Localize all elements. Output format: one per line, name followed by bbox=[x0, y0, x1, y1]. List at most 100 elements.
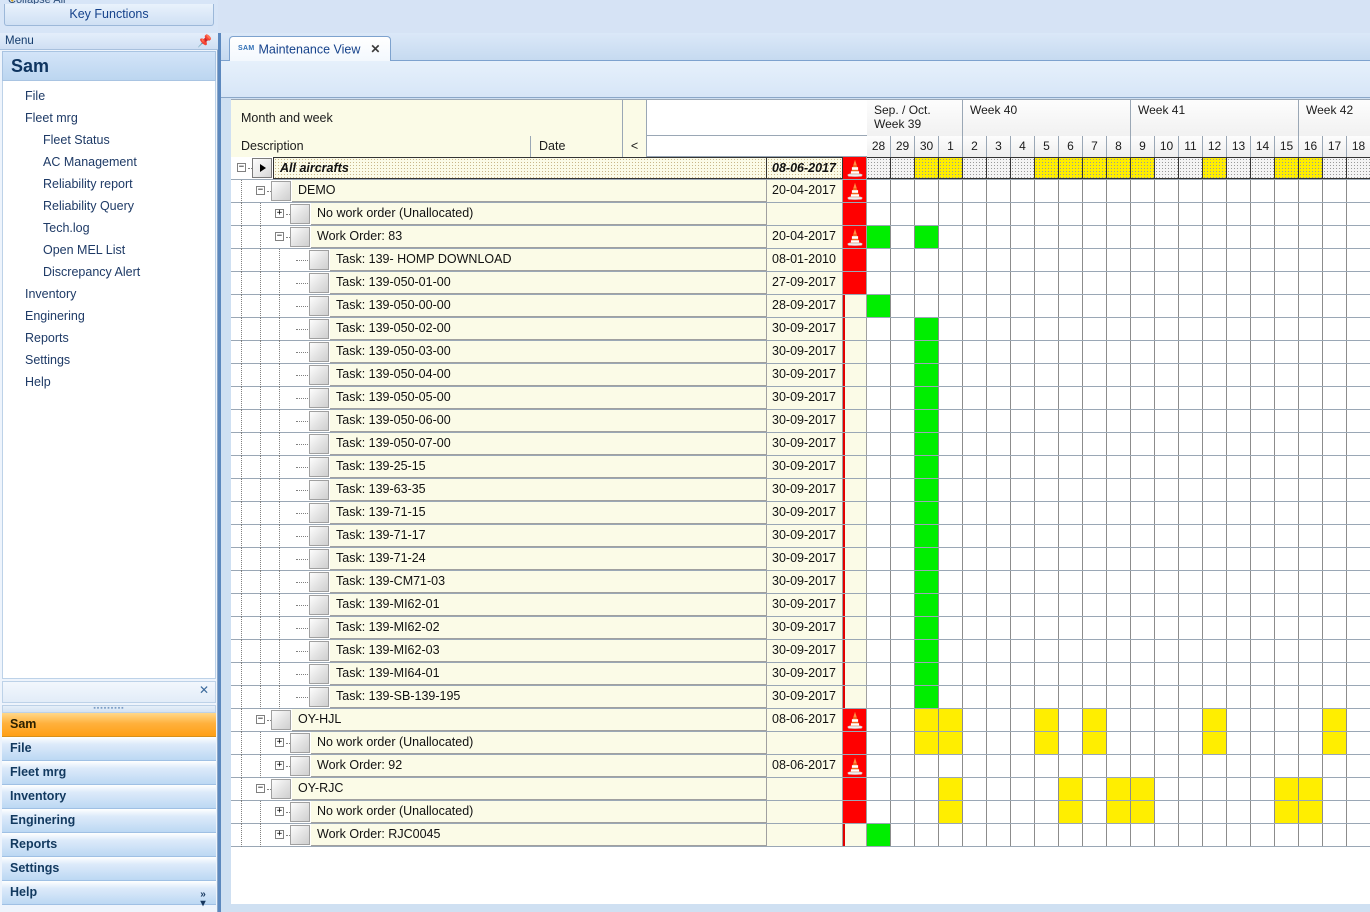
gantt-cell[interactable] bbox=[987, 571, 1011, 593]
gantt-cell[interactable] bbox=[963, 640, 987, 662]
table-row[interactable]: Task: 139-050-04-00 30-09-2017 bbox=[231, 364, 1370, 387]
gantt-cell[interactable] bbox=[867, 226, 891, 248]
gantt-cell[interactable] bbox=[1275, 364, 1299, 386]
gantt-cell[interactable] bbox=[1275, 663, 1299, 685]
gantt-cell[interactable] bbox=[1347, 548, 1370, 570]
gantt-cell[interactable] bbox=[1347, 180, 1370, 202]
gantt-cell[interactable] bbox=[1059, 709, 1083, 731]
gantt-cell[interactable] bbox=[1179, 272, 1203, 294]
gantt-cell[interactable] bbox=[891, 686, 915, 708]
gantt-cell[interactable] bbox=[1083, 617, 1107, 639]
gantt-cell[interactable] bbox=[1203, 824, 1227, 846]
gantt-cell[interactable] bbox=[1227, 456, 1251, 478]
gantt-cell[interactable] bbox=[867, 663, 891, 685]
gantt-cell[interactable] bbox=[1155, 594, 1179, 616]
gantt-cell[interactable] bbox=[891, 249, 915, 271]
gantt-cell[interactable] bbox=[1275, 732, 1299, 754]
gantt-cell[interactable] bbox=[1059, 295, 1083, 317]
gantt-cell[interactable] bbox=[1251, 341, 1275, 363]
gantt-cell[interactable] bbox=[1035, 410, 1059, 432]
collapse-toggle-icon[interactable]: − bbox=[256, 186, 265, 195]
gantt-cell[interactable] bbox=[1083, 824, 1107, 846]
row-selector-arrow[interactable] bbox=[252, 158, 272, 178]
nav-button-inventory[interactable]: Inventory bbox=[2, 785, 216, 809]
gantt-cell[interactable] bbox=[1275, 617, 1299, 639]
gantt-cell[interactable] bbox=[1059, 571, 1083, 593]
table-row[interactable]: Task: 139-MI62-03 30-09-2017 bbox=[231, 640, 1370, 663]
gantt-cell[interactable] bbox=[867, 387, 891, 409]
row-handle[interactable] bbox=[309, 480, 329, 500]
gantt-cell[interactable] bbox=[1347, 571, 1370, 593]
gantt-cell[interactable] bbox=[915, 364, 939, 386]
gantt-cell[interactable] bbox=[1299, 732, 1323, 754]
gantt-cell[interactable] bbox=[963, 180, 987, 202]
gantt-cell[interactable] bbox=[1347, 479, 1370, 501]
gantt-cell[interactable] bbox=[963, 686, 987, 708]
gantt-cell[interactable] bbox=[939, 364, 963, 386]
gantt-cell[interactable] bbox=[1155, 456, 1179, 478]
gantt-cell[interactable] bbox=[1131, 571, 1155, 593]
gantt-cell[interactable] bbox=[1155, 479, 1179, 501]
table-row[interactable]: Task: 139-050-05-00 30-09-2017 bbox=[231, 387, 1370, 410]
gantt-cell[interactable] bbox=[963, 272, 987, 294]
gantt-cell[interactable] bbox=[963, 663, 987, 685]
gantt-cell[interactable] bbox=[963, 801, 987, 823]
gantt-cell[interactable] bbox=[1011, 157, 1035, 179]
gantt-cell[interactable] bbox=[1347, 387, 1370, 409]
gantt-cell[interactable] bbox=[1107, 295, 1131, 317]
gantt-cell[interactable] bbox=[1203, 157, 1227, 179]
gantt-cell[interactable] bbox=[1035, 295, 1059, 317]
gantt-cell[interactable] bbox=[939, 180, 963, 202]
row-handle[interactable] bbox=[290, 204, 310, 224]
gantt-cell[interactable] bbox=[1203, 410, 1227, 432]
gantt-cell[interactable] bbox=[1179, 387, 1203, 409]
gantt-cell[interactable] bbox=[987, 801, 1011, 823]
gantt-cell[interactable] bbox=[1155, 617, 1179, 639]
gantt-cell[interactable] bbox=[1323, 203, 1347, 225]
gantt-cell[interactable] bbox=[1083, 640, 1107, 662]
gantt-cell[interactable] bbox=[987, 732, 1011, 754]
gantt-cell[interactable] bbox=[939, 548, 963, 570]
gantt-cell[interactable] bbox=[987, 341, 1011, 363]
menu-item-file[interactable]: File bbox=[3, 85, 215, 107]
gantt-cell[interactable] bbox=[1227, 341, 1251, 363]
gantt-cell[interactable] bbox=[1107, 640, 1131, 662]
gantt-cell[interactable] bbox=[1227, 686, 1251, 708]
gantt-cell[interactable] bbox=[1227, 433, 1251, 455]
gantt-cell[interactable] bbox=[963, 387, 987, 409]
gantt-cell[interactable] bbox=[1107, 502, 1131, 524]
menu-item-ac-management[interactable]: AC Management bbox=[3, 151, 215, 173]
gantt-cell[interactable] bbox=[1251, 479, 1275, 501]
gantt-cell[interactable] bbox=[1083, 548, 1107, 570]
gantt-cell[interactable] bbox=[1347, 410, 1370, 432]
gantt-cell[interactable] bbox=[1035, 548, 1059, 570]
gantt-cell[interactable] bbox=[915, 548, 939, 570]
table-row[interactable]: − All aircrafts 08-06-2017 bbox=[231, 157, 1370, 180]
gantt-cell[interactable] bbox=[1275, 456, 1299, 478]
table-row[interactable]: Task: 139-MI62-02 30-09-2017 bbox=[231, 617, 1370, 640]
gantt-cell[interactable] bbox=[1011, 479, 1035, 501]
gantt-cell[interactable] bbox=[1227, 548, 1251, 570]
gantt-cell[interactable] bbox=[1179, 341, 1203, 363]
gantt-cell[interactable] bbox=[1227, 709, 1251, 731]
gantt-cell[interactable] bbox=[1035, 801, 1059, 823]
gantt-cell[interactable] bbox=[1107, 318, 1131, 340]
gantt-cell[interactable] bbox=[1083, 226, 1107, 248]
gantt-cell[interactable] bbox=[987, 709, 1011, 731]
gantt-cell[interactable] bbox=[939, 387, 963, 409]
gantt-cell[interactable] bbox=[1107, 709, 1131, 731]
gantt-cell[interactable] bbox=[1203, 778, 1227, 800]
nav-button-reports[interactable]: Reports bbox=[2, 833, 216, 857]
gantt-cell[interactable] bbox=[915, 663, 939, 685]
gantt-cell[interactable] bbox=[915, 778, 939, 800]
gantt-cell[interactable] bbox=[1251, 410, 1275, 432]
gantt-cell[interactable] bbox=[1011, 617, 1035, 639]
gantt-cell[interactable] bbox=[1347, 502, 1370, 524]
header-description[interactable]: Description bbox=[231, 136, 531, 157]
gantt-cell[interactable] bbox=[1299, 594, 1323, 616]
gantt-cell[interactable] bbox=[1203, 341, 1227, 363]
row-handle[interactable] bbox=[309, 641, 329, 661]
gantt-cell[interactable] bbox=[963, 157, 987, 179]
gantt-cell[interactable] bbox=[987, 226, 1011, 248]
gantt-cell[interactable] bbox=[1011, 778, 1035, 800]
